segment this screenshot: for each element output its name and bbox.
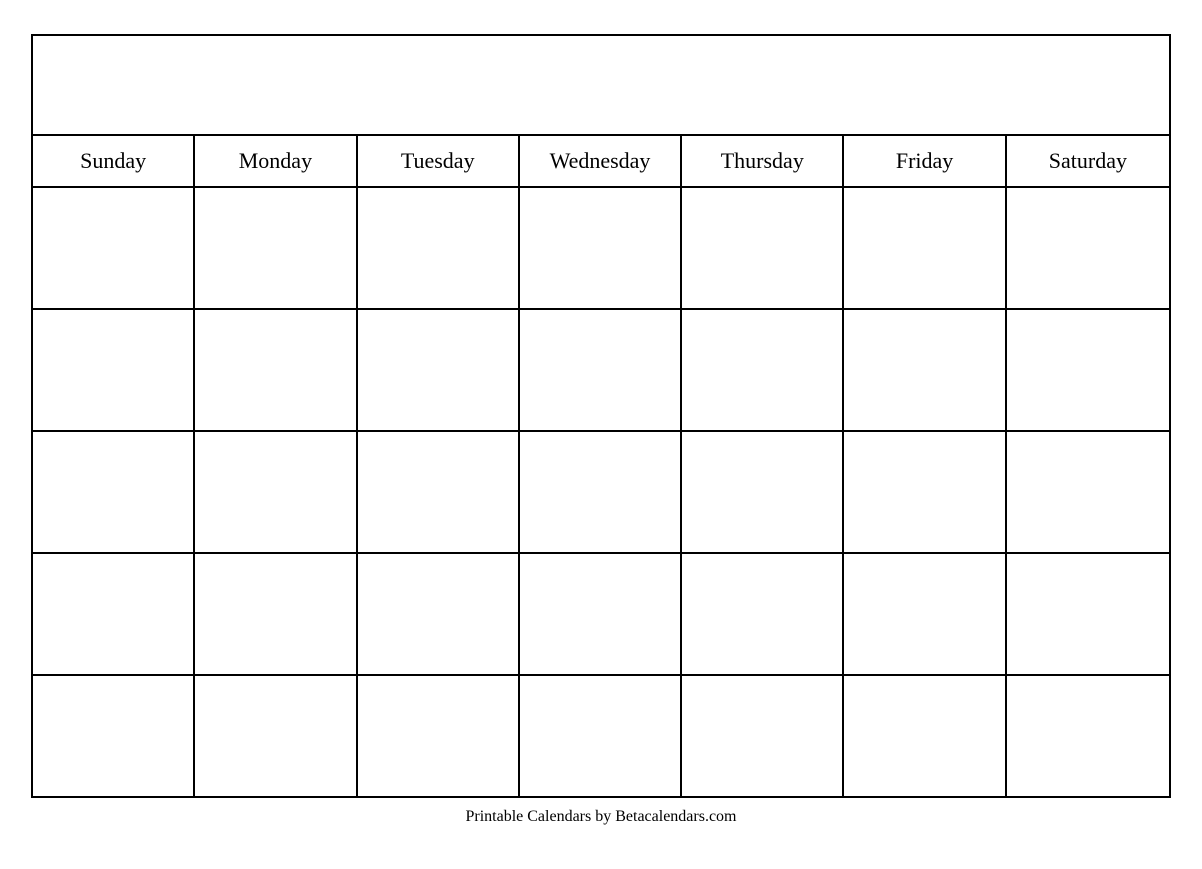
cell-3-6[interactable] <box>844 432 1006 552</box>
header-thursday: Thursday <box>682 136 844 186</box>
calendar-row-4 <box>33 554 1169 676</box>
cell-5-7[interactable] <box>1007 676 1169 796</box>
header-friday: Friday <box>844 136 1006 186</box>
cell-2-4[interactable] <box>520 310 682 430</box>
cell-1-5[interactable] <box>682 188 844 308</box>
cell-5-2[interactable] <box>195 676 357 796</box>
calendar-row-2 <box>33 310 1169 432</box>
header-sunday: Sunday <box>33 136 195 186</box>
cell-1-1[interactable] <box>33 188 195 308</box>
calendar-container: Sunday Monday Tuesday Wednesday Thursday… <box>31 34 1171 798</box>
cell-3-5[interactable] <box>682 432 844 552</box>
calendar-row-3 <box>33 432 1169 554</box>
cell-2-2[interactable] <box>195 310 357 430</box>
cell-1-7[interactable] <box>1007 188 1169 308</box>
cell-2-6[interactable] <box>844 310 1006 430</box>
cell-4-3[interactable] <box>358 554 520 674</box>
calendar-row-1 <box>33 188 1169 310</box>
cell-5-6[interactable] <box>844 676 1006 796</box>
cell-1-3[interactable] <box>358 188 520 308</box>
cell-3-4[interactable] <box>520 432 682 552</box>
calendar-row-5 <box>33 676 1169 796</box>
header-tuesday: Tuesday <box>358 136 520 186</box>
cell-4-1[interactable] <box>33 554 195 674</box>
cell-4-4[interactable] <box>520 554 682 674</box>
calendar-title-row <box>33 36 1169 136</box>
cell-3-7[interactable] <box>1007 432 1169 552</box>
cell-1-6[interactable] <box>844 188 1006 308</box>
cell-4-7[interactable] <box>1007 554 1169 674</box>
cell-5-4[interactable] <box>520 676 682 796</box>
cell-4-5[interactable] <box>682 554 844 674</box>
cell-3-1[interactable] <box>33 432 195 552</box>
header-wednesday: Wednesday <box>520 136 682 186</box>
cell-1-2[interactable] <box>195 188 357 308</box>
cell-2-5[interactable] <box>682 310 844 430</box>
header-saturday: Saturday <box>1007 136 1169 186</box>
calendar-header: Sunday Monday Tuesday Wednesday Thursday… <box>33 136 1169 188</box>
calendar-footer: Printable Calendars by Betacalendars.com <box>31 798 1171 836</box>
header-monday: Monday <box>195 136 357 186</box>
calendar-wrapper: Sunday Monday Tuesday Wednesday Thursday… <box>21 24 1181 846</box>
cell-2-1[interactable] <box>33 310 195 430</box>
cell-4-2[interactable] <box>195 554 357 674</box>
cell-1-4[interactable] <box>520 188 682 308</box>
cell-2-3[interactable] <box>358 310 520 430</box>
cell-5-5[interactable] <box>682 676 844 796</box>
cell-3-3[interactable] <box>358 432 520 552</box>
cell-5-1[interactable] <box>33 676 195 796</box>
cell-5-3[interactable] <box>358 676 520 796</box>
cell-3-2[interactable] <box>195 432 357 552</box>
calendar-body <box>33 188 1169 796</box>
cell-4-6[interactable] <box>844 554 1006 674</box>
cell-2-7[interactable] <box>1007 310 1169 430</box>
